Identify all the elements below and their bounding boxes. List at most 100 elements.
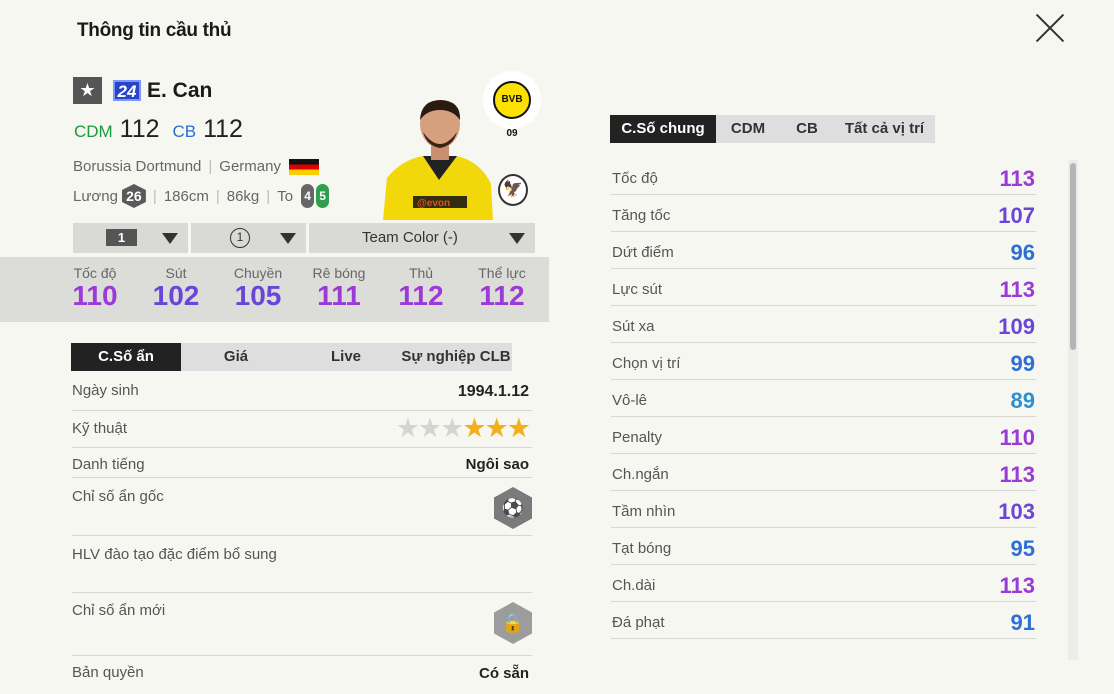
attribute-row: Vô-lê 89 <box>611 380 1036 417</box>
enhance-dropdown[interactable]: 1 <box>191 223 306 253</box>
height: 186cm <box>163 187 209 205</box>
attribute-row: Tạt bóng 95 <box>611 528 1036 565</box>
physical-line: Lương 26 | 186cm | 86kg | To 4 5 <box>73 184 331 208</box>
tab-general-stats[interactable]: C.Số chung <box>610 115 716 143</box>
tab-cdm[interactable]: CDM <box>716 115 780 143</box>
tab-price[interactable]: Giá <box>181 343 291 371</box>
attribute-value: 113 <box>999 573 1036 598</box>
coach-row: HLV đào tạo đặc điểm bổ sung <box>72 536 532 593</box>
ovr-cb: 112 <box>203 115 243 143</box>
stat-label: Rê bóng <box>312 265 366 281</box>
attribute-value: 95 <box>1010 536 1035 561</box>
chevron-down-icon <box>509 233 525 244</box>
stat-label: Chuyền <box>233 265 283 281</box>
star-icon: ★ <box>462 413 486 443</box>
reputation-value: Ngôi sao <box>465 456 529 473</box>
foot-icon: 4 5 <box>301 184 331 208</box>
birth-row: Ngày sinh 1994.1.12 <box>72 374 532 411</box>
attribute-row: Sút xa 109 <box>611 306 1036 343</box>
skill-row: Kỹ thuật ★★★★★★ <box>72 411 532 448</box>
attribute-value: 89 <box>1010 388 1035 413</box>
attribute-label: Tạt bóng <box>612 540 672 557</box>
trait-tie-icon[interactable]: ⚽ <box>494 487 532 529</box>
tab-club-career[interactable]: Sự nghiệp CLB <box>401 343 511 371</box>
stat-value: 110 <box>72 280 118 311</box>
lock-icon[interactable]: 🔒 <box>494 602 532 644</box>
attribute-value: 91 <box>1010 610 1035 635</box>
attribute-label: Ch.ngắn <box>612 466 669 483</box>
stat-value: 102 <box>152 280 200 311</box>
stat-label: Sút <box>165 265 187 281</box>
coach-label: HLV đào tạo đặc điểm bổ sung <box>72 546 277 563</box>
license-value: Có sẵn <box>478 665 529 682</box>
club-name: Borussia Dortmund <box>73 158 202 175</box>
attribute-label: Đá phạt <box>612 614 665 631</box>
star-icon: ★ <box>395 413 420 443</box>
svg-text:@evon: @evon <box>417 198 450 209</box>
tab-cb[interactable]: CB <box>780 115 834 143</box>
stat-dribbling: Rê bóng 111 <box>304 265 374 312</box>
stat-label: Tốc độ <box>73 265 117 281</box>
tab-live[interactable]: Live <box>291 343 401 371</box>
skill-stars: ★★★★★★ <box>395 413 531 444</box>
stat-passing: Chuyền 105 <box>223 265 293 312</box>
attribute-label: Chọn vị trí <box>612 355 681 372</box>
level-dropdown[interactable]: 1 <box>73 223 188 253</box>
star-icon: ★ <box>417 413 442 443</box>
stat-label: Thể lực <box>478 265 526 281</box>
attribute-label: Vô-lê <box>612 392 648 409</box>
body-type: To <box>277 187 294 205</box>
attribute-row: Chọn vị trí 99 <box>611 343 1036 380</box>
position-cb: CB <box>172 122 197 141</box>
level-value: 1 <box>106 229 137 246</box>
scrollbar-thumb[interactable] <box>1070 163 1076 350</box>
stat-value: 111 <box>317 280 361 311</box>
main-stats: Tốc độ 110 Sút 102 Chuyền 105 Rê bóng 11… <box>0 257 549 322</box>
attribute-row: Tăng tốc 107 <box>611 195 1036 232</box>
attribute-label: Dứt điểm <box>612 244 674 261</box>
attribute-value: 110 <box>999 425 1036 450</box>
attribute-tabs: C.Số chung CDM CB Tất cả vị trí <box>610 115 935 143</box>
position-cdm: CDM <box>74 122 113 141</box>
season-badge: 24 <box>113 80 141 101</box>
attribute-value: 96 <box>1010 240 1035 265</box>
skill-label: Kỹ thuật <box>72 420 128 437</box>
attribute-row: Dứt điểm 96 <box>611 232 1036 269</box>
attribute-value: 113 <box>999 462 1036 487</box>
tab-all-positions[interactable]: Tất cả vị trí <box>834 115 935 143</box>
attribute-value: 99 <box>1010 351 1035 376</box>
attribute-row: Lực sút 113 <box>611 269 1036 306</box>
attribute-label: Tốc độ <box>612 170 658 187</box>
star-icon: ★ <box>440 413 464 443</box>
new-hidden-label: Chỉ số ẩn mới <box>72 602 166 619</box>
attribute-label: Penalty <box>612 429 663 446</box>
star-icon: ★ <box>484 413 509 443</box>
reputation-label: Danh tiếng <box>72 456 145 473</box>
attribute-label: Tầm nhìn <box>612 503 676 520</box>
star-icon: ★ <box>506 413 531 443</box>
info-tabs: C.Số ẩn Giá Live Sự nghiệp CLB <box>71 343 512 371</box>
birth-label: Ngày sinh <box>72 382 139 399</box>
attribute-row: Đá phạt 91 <box>611 602 1036 639</box>
position-line: CDM 112 CB 112 <box>74 115 243 144</box>
tab-hidden-stats[interactable]: C.Số ẩn <box>71 343 181 371</box>
right-foot: 5 <box>316 184 330 208</box>
left-foot: 4 <box>301 184 315 208</box>
attribute-label: Sút xa <box>612 318 655 335</box>
germany-flag-icon <box>288 159 319 176</box>
salary-badge: 26 <box>121 184 146 208</box>
attribute-value: 113 <box>999 166 1036 191</box>
team-color-dropdown[interactable]: Team Color (-) <box>309 223 535 253</box>
club-nation-line: Borussia Dortmund | Germany <box>73 158 319 176</box>
stat-physical: Thể lực 112 <box>467 265 537 312</box>
attribute-row: Tầm nhìn 103 <box>611 491 1036 528</box>
attribute-value: 103 <box>998 499 1035 524</box>
attribute-value: 107 <box>998 203 1035 228</box>
nation-crest-icon: 🦅 <box>498 174 528 206</box>
stat-defending: Thủ 112 <box>386 265 456 312</box>
close-icon[interactable] <box>1034 12 1066 44</box>
attribute-row: Ch.dài 113 <box>611 565 1036 602</box>
new-hidden-row: Chỉ số ẩn mới 🔒 <box>72 593 532 656</box>
hidden-traits-row: Chỉ số ẩn gốc ⚽ <box>72 478 532 536</box>
reputation-row: Danh tiếng Ngôi sao <box>72 448 532 478</box>
